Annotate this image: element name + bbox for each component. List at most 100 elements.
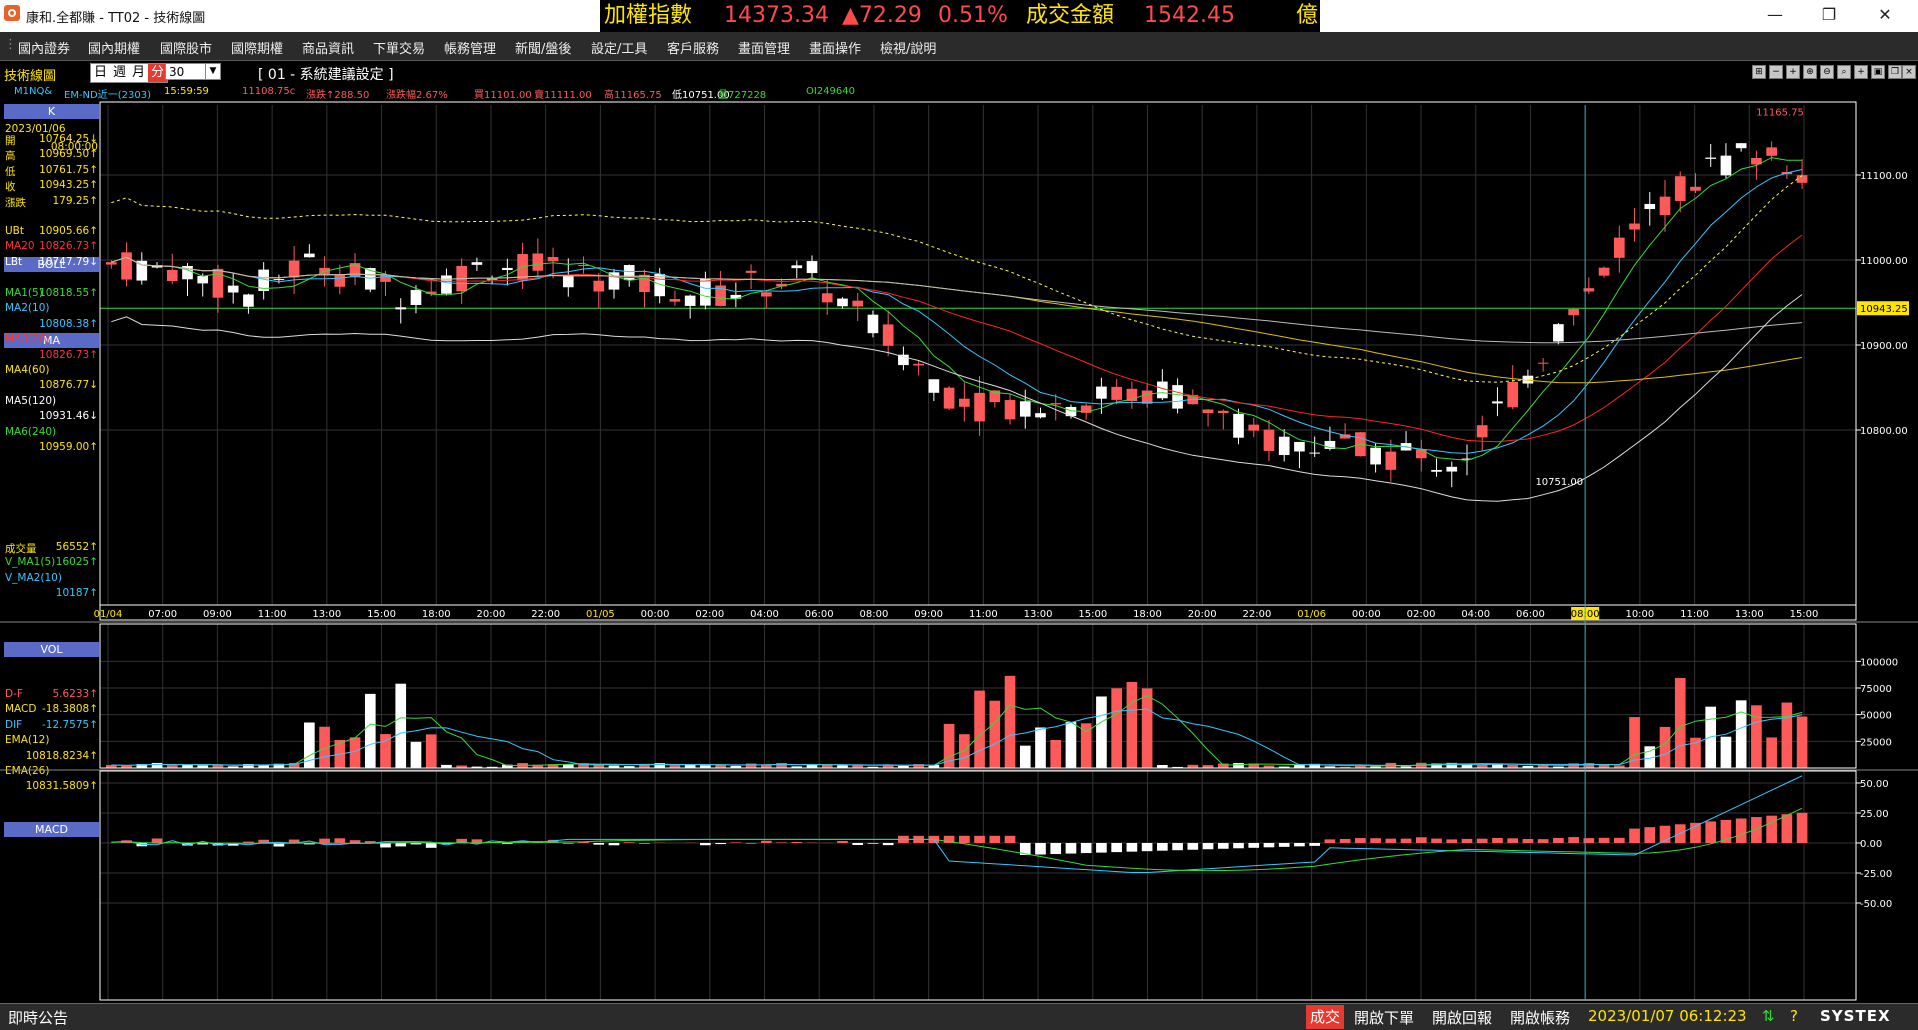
y-tick-label: 11100.00 bbox=[1860, 171, 1908, 182]
macd-bar bbox=[1172, 843, 1183, 850]
ma10-line bbox=[111, 170, 1802, 454]
candle-body bbox=[1644, 204, 1655, 209]
candle-body bbox=[411, 290, 422, 305]
menu-item-intl-stocks[interactable]: 國際股市 bbox=[160, 38, 212, 57]
clock-datetime: 2023/01/07 06:12:23 bbox=[1588, 1007, 1747, 1025]
crosshair-icon[interactable]: + bbox=[1854, 65, 1868, 79]
candle-body bbox=[441, 275, 452, 293]
zoom-out-icon[interactable]: ⊖ bbox=[1820, 65, 1834, 79]
x-tick-label: 13:00 bbox=[1735, 609, 1764, 620]
candle-body bbox=[472, 262, 483, 265]
candle-body bbox=[1279, 437, 1290, 455]
menu-item-intl-futures[interactable]: 國際期權 bbox=[231, 38, 283, 57]
candle-body bbox=[974, 393, 985, 422]
period-tab-week[interactable]: 週 bbox=[110, 64, 129, 82]
candle-body bbox=[1736, 143, 1747, 148]
save-icon[interactable]: ▣ bbox=[1871, 65, 1885, 79]
candle-body bbox=[1766, 147, 1777, 155]
volume-bar bbox=[1782, 703, 1793, 768]
info-change: 漲跌↑288.50 bbox=[306, 86, 369, 101]
candle-body bbox=[228, 286, 239, 293]
x-tick-label: 00:00 bbox=[641, 609, 670, 620]
copy-icon[interactable]: ❐ bbox=[1888, 65, 1902, 79]
trade-button[interactable]: 成交 bbox=[1306, 1005, 1344, 1029]
candle-body bbox=[1614, 238, 1625, 258]
x-tick-label: 02:00 bbox=[1407, 609, 1436, 620]
macd-bar bbox=[883, 843, 894, 845]
macd-bar bbox=[1782, 814, 1793, 843]
candle-body bbox=[548, 257, 559, 261]
open-report-button[interactable]: 開啟回報 bbox=[1432, 1007, 1492, 1028]
menu-item-order-trading[interactable]: 下單交易 bbox=[373, 38, 425, 57]
menu-item-account-management[interactable]: 帳務管理 bbox=[444, 38, 496, 57]
info-volume: 量727228 bbox=[718, 86, 766, 101]
minimize-button[interactable]: — bbox=[1752, 0, 1798, 32]
system-setting-label[interactable]: [ 01 - 系統建議設定 ] bbox=[258, 64, 394, 84]
search-icon[interactable]: ⌕ bbox=[1837, 65, 1851, 79]
macd-bar bbox=[1568, 837, 1579, 843]
volume-bar bbox=[1797, 717, 1808, 768]
open-order-button[interactable]: 開啟下單 bbox=[1354, 1007, 1414, 1028]
chevron-down-icon[interactable]: ▼ bbox=[205, 64, 220, 79]
low-price-label: 10751.00 bbox=[1535, 477, 1583, 488]
volume-bar bbox=[411, 742, 422, 768]
y-tick-label: 10900.00 bbox=[1860, 341, 1908, 352]
macd-bar bbox=[1386, 839, 1397, 843]
news-ticker[interactable]: 即時公告 bbox=[8, 1007, 68, 1028]
plus-icon[interactable]: + bbox=[1786, 65, 1800, 79]
ma120-line bbox=[111, 257, 1802, 342]
candle-body bbox=[670, 299, 681, 302]
volume-bar bbox=[974, 691, 985, 768]
candle-body bbox=[1797, 175, 1808, 183]
x-tick-label: 06:00 bbox=[805, 609, 834, 620]
menu-item-screen-management[interactable]: 畫面管理 bbox=[738, 38, 790, 57]
menu-item-news[interactable]: 新聞/盤後 bbox=[515, 38, 571, 57]
period-select[interactable]: 30 ▼ bbox=[165, 63, 221, 80]
period-tab-month[interactable]: 月 bbox=[129, 64, 148, 82]
candle-body bbox=[700, 279, 711, 306]
menu-item-screen-operation[interactable]: 畫面操作 bbox=[809, 38, 861, 57]
candle-body bbox=[1675, 176, 1686, 201]
open-account-button[interactable]: 開啟帳務 bbox=[1510, 1007, 1570, 1028]
zoom-in-icon[interactable]: ⊕ bbox=[1803, 65, 1817, 79]
info-high: 高11165.75 bbox=[604, 86, 662, 101]
candle-body bbox=[1233, 414, 1244, 438]
x-tick-label: 01/06 bbox=[1297, 609, 1326, 620]
x-tick-label: 13:00 bbox=[312, 609, 341, 620]
macd-bar bbox=[1523, 839, 1534, 843]
menu-item-view-help[interactable]: 檢視/說明 bbox=[880, 38, 936, 57]
ma60-line bbox=[111, 257, 1802, 383]
candle-body bbox=[791, 265, 802, 268]
candle-body bbox=[121, 252, 132, 279]
macd-bar bbox=[1218, 843, 1229, 849]
y-tick-label: 100000 bbox=[1860, 657, 1898, 668]
candle-body bbox=[868, 315, 879, 333]
restore-button[interactable]: ❐ bbox=[1806, 0, 1852, 32]
candle-body bbox=[1096, 387, 1107, 399]
menu-item-settings-tools[interactable]: 設定/工具 bbox=[591, 38, 647, 57]
macd-bar bbox=[1431, 839, 1442, 843]
macd-bar bbox=[1111, 843, 1122, 852]
macd-bar bbox=[593, 843, 604, 845]
volume-ma10-line bbox=[111, 709, 1802, 766]
menu-item-customer-service[interactable]: 客戶服務 bbox=[667, 38, 719, 57]
index-ticker: 加權指數 14373.34 ▲72.29 0.51% 成交金額 1542.45 … bbox=[600, 0, 1320, 32]
close-icon[interactable]: × bbox=[1902, 65, 1916, 79]
help-icon[interactable]: ? bbox=[1790, 1007, 1798, 1025]
macd-bar bbox=[1203, 843, 1214, 849]
candle-body bbox=[929, 379, 940, 393]
menu-item-domestic-futures[interactable]: 國內期權 bbox=[88, 38, 140, 57]
macd-bar bbox=[1187, 843, 1198, 850]
candle-body bbox=[334, 275, 345, 287]
chart-area[interactable]: 11165.7510751.00 01/0407:0009:0011:0013:… bbox=[0, 100, 1918, 1002]
add-icon[interactable]: ⊞ bbox=[1752, 65, 1766, 79]
macd-bar bbox=[1492, 838, 1503, 843]
y-tick-label: 25000 bbox=[1860, 737, 1892, 748]
period-tab-day[interactable]: 日 bbox=[91, 64, 110, 82]
macd-bar bbox=[1081, 843, 1092, 853]
candle-body bbox=[1111, 387, 1122, 400]
close-button[interactable]: ✕ bbox=[1862, 0, 1908, 32]
menu-item-domestic-securities[interactable]: 國內證券 bbox=[18, 38, 70, 57]
minus-icon[interactable]: − bbox=[1769, 65, 1783, 79]
menu-item-product-info[interactable]: 商品資訊 bbox=[302, 38, 354, 57]
